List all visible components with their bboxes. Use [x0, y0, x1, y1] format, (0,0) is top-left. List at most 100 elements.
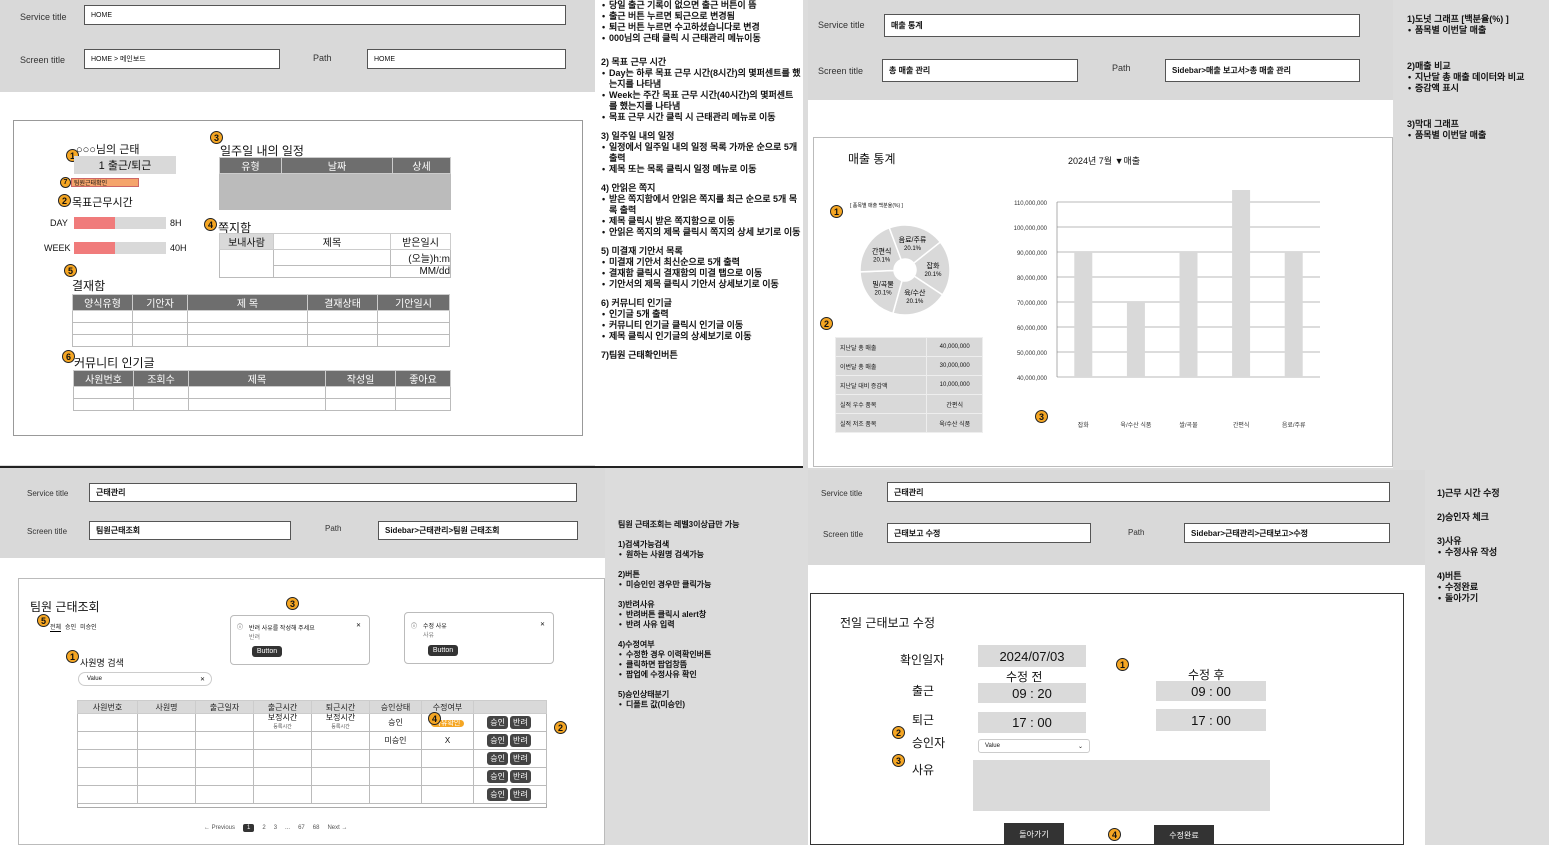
table-row[interactable] [72, 322, 450, 335]
p1-service-field[interactable]: HOME [84, 5, 566, 25]
approve-button[interactable]: 승인 [487, 734, 508, 747]
p2-service-field[interactable]: 매출 통계 [884, 14, 1360, 37]
goal-hours-title[interactable]: 목표근무시간 [72, 194, 133, 210]
team-attendance-button[interactable]: 팀원근태확인 [71, 178, 139, 187]
desc-line: 인기글 5개 출력 [601, 309, 801, 320]
reject-button[interactable]: 반려 [510, 734, 531, 747]
table-row[interactable]: 미승인 X 승인 반려 [77, 731, 547, 750]
table-row: 실적 저조 품목 육/수산 식품 [834, 413, 983, 433]
marker-2: 2 [58, 194, 71, 207]
checkin-label: 출근 [912, 684, 935, 698]
page-68[interactable]: 68 [313, 825, 320, 831]
approve-button[interactable]: 승인 [487, 770, 508, 783]
desc-line: 커뮤니티 인기글 클릭시 인기글 이동 [601, 320, 801, 331]
reason-textarea[interactable] [973, 760, 1270, 811]
period-select[interactable]: 2024년 7월 ▼매출 [1068, 154, 1140, 167]
chevron-down-icon: ⌄ [1077, 743, 1083, 750]
close-icon[interactable]: ✕ [540, 621, 545, 628]
desc-heading: 5)승인상태분기 [618, 690, 670, 699]
checkout-after-input[interactable]: 17 : 00 [1156, 709, 1266, 731]
p3-screen-label: Screen title [27, 527, 68, 536]
approver-select[interactable]: Value ⌄ [978, 739, 1090, 753]
approve-button[interactable]: 승인 [487, 788, 508, 801]
marker-7: 7 [60, 177, 71, 188]
summary-label: 실적 우수 품목 [834, 394, 928, 414]
desc-heading: 6) 커뮤니티 인기글 [601, 298, 672, 308]
approval-col: 기안일시 [377, 294, 450, 311]
p2-screen-field[interactable]: 총 매출 관리 [882, 59, 1078, 82]
reason-dialog-button[interactable]: Button [428, 645, 458, 656]
save-button[interactable]: 수정완료 [1154, 825, 1214, 845]
reject-dialog-button[interactable]: Button [252, 646, 282, 657]
next-page[interactable]: Next → [327, 825, 347, 831]
prev-page[interactable]: ← Previous [204, 825, 235, 831]
reject-button[interactable]: 반려 [510, 752, 531, 765]
tab-approved[interactable]: 승인 [65, 622, 76, 632]
pie-slice-label: 육/수산 [904, 288, 926, 297]
inbox-time: (오늘)h:m [390, 249, 451, 266]
approver-value: Value [985, 743, 1000, 749]
page-3[interactable]: 3 [274, 825, 277, 831]
attendance-title[interactable]: ○○○님의 근태 [76, 141, 139, 157]
page-1[interactable]: 1 [243, 824, 255, 832]
p2-screen-label: Screen title [818, 66, 864, 76]
reject-button[interactable]: 반려 [510, 770, 531, 783]
tab-all[interactable]: 전체 [50, 622, 62, 632]
marker-5: 5 [64, 264, 77, 277]
p3-service-field[interactable]: 근태관리 [89, 483, 577, 502]
info-icon: ⓘ [237, 625, 244, 631]
y-tick-label: 80,000,000 [1017, 276, 1048, 282]
checkin-before: 09 : 20 [978, 683, 1086, 703]
clear-icon[interactable]: ✕ [200, 676, 205, 683]
table-row[interactable]: (오늘)h:m [219, 249, 451, 278]
table-row[interactable] [72, 334, 450, 347]
p3-screen-field[interactable]: 팀원근태조회 [89, 521, 291, 540]
p4-screen-field[interactable]: 근태보고 수정 [887, 523, 1091, 543]
table-row[interactable]: 승인 반려 [77, 749, 547, 768]
desc-line: 000님의 근태 클릭 시 근태관리 메뉴이동 [601, 33, 801, 44]
p4-path-field[interactable]: Sidebar>근태관리>근태보고>수정 [1184, 523, 1390, 543]
checkin-button[interactable]: 1 출근/퇴근 [74, 156, 176, 174]
checkin-after-input[interactable]: 09 : 00 [1156, 681, 1266, 701]
desc-line: 팝업에 수정사유 확인 [618, 670, 798, 680]
pie-slice-label: 밀/곡물 [872, 280, 894, 288]
approval-col: 결재상태 [307, 294, 378, 311]
tab-pending[interactable]: 미승인 [80, 622, 97, 632]
table-row[interactable]: 승인 반려 [77, 785, 547, 804]
table-row[interactable]: 승인 반려 [77, 767, 547, 786]
inbox-col: 받은일시 [390, 233, 451, 250]
table-row[interactable] [73, 398, 451, 411]
approve-button[interactable]: 승인 [487, 716, 508, 729]
table-row[interactable]: 보정시간 등록시간 보정시간 등록시간 승인 사유확인 승인 반려 [77, 713, 547, 732]
note-heading: 2)매출 비교 [1407, 61, 1451, 71]
p3-path-field[interactable]: Sidebar>근태관리>팀원 근태조회 [378, 521, 578, 540]
table-row[interactable] [73, 386, 451, 399]
back-button[interactable]: 돌아가기 [1004, 823, 1064, 845]
table-row[interactable] [219, 185, 451, 198]
table-row[interactable] [219, 173, 451, 186]
desc-line: 반려버튼 클릭시 alert창 [618, 610, 798, 620]
desc-heading: 2)버튼 [618, 570, 640, 579]
team-attendance-title: 팀원 근태조회 [30, 600, 100, 614]
table-row[interactable] [219, 197, 451, 210]
table-row[interactable] [72, 310, 450, 323]
search-input[interactable]: Value ✕ [78, 672, 212, 686]
p4-service-field[interactable]: 근태관리 [887, 482, 1390, 502]
community-title[interactable]: 커뮤니티 인기글 [74, 354, 155, 371]
filter-tabs: 전체 승인 미승인 [50, 622, 97, 632]
y-tick-label: 100,000,000 [1014, 226, 1048, 232]
page-67[interactable]: 67 [298, 825, 305, 831]
team-col: 승인상태 [369, 700, 422, 714]
approval-title[interactable]: 결재함 [72, 277, 105, 294]
p1-path-field[interactable]: HOME [367, 49, 566, 69]
approval-table: 양식유형 기안자 제 목 결재상태 기안일시 [72, 294, 450, 347]
close-icon[interactable]: ✕ [356, 622, 361, 629]
approve-button[interactable]: 승인 [487, 752, 508, 765]
reject-button[interactable]: 반려 [510, 788, 531, 801]
p1-screen-field[interactable]: HOME > 메인보드 [84, 49, 280, 69]
page-2[interactable]: 2 [262, 825, 265, 831]
p2-path-field[interactable]: Sidebar>매출 보고서>총 매출 관리 [1165, 59, 1360, 82]
inbox-table: 보내사람 제목 받은일시 (오늘)h:m MM/dd [219, 233, 451, 278]
pie-slice-label: 잡화 [927, 261, 940, 270]
reject-button[interactable]: 반려 [510, 716, 531, 729]
